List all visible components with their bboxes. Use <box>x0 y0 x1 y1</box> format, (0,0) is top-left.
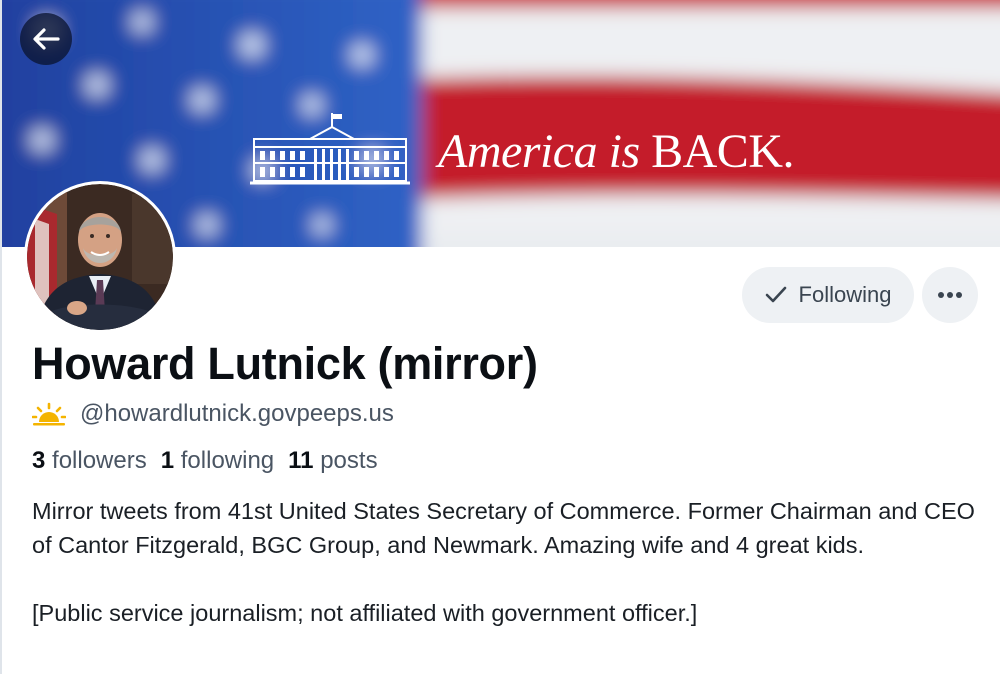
following-button[interactable]: Following <box>742 267 914 323</box>
display-name: Howard Lutnick (mirror) <box>32 338 538 389</box>
ellipsis-icon <box>938 292 962 298</box>
profile-bio: Mirror tweets from 41st United States Se… <box>32 494 987 630</box>
back-button[interactable] <box>20 13 72 65</box>
checkmark-icon <box>765 286 786 303</box>
followers-count: 3 <box>32 447 46 474</box>
bio-paragraph: Mirror tweets from 41st United States Se… <box>32 498 975 558</box>
following-label: following <box>180 447 275 474</box>
banner-headline: America is BACK. <box>438 124 794 179</box>
posts-label: posts <box>320 447 378 474</box>
more-options-button[interactable] <box>922 267 978 323</box>
bio-paragraph: [Public service journalism; not affiliat… <box>32 600 698 626</box>
banner-headline-plain: BACK. <box>651 125 794 178</box>
profile-page: America is BACK. Following Howard Lutnic… <box>0 0 1000 674</box>
profile-handle[interactable]: @howardlutnick.govpeeps.us <box>80 400 394 428</box>
avatar[interactable] <box>24 181 176 333</box>
sunrise-icon <box>32 402 66 426</box>
following-count: 1 <box>160 447 175 474</box>
following-count-link[interactable]: 1 following <box>161 447 274 475</box>
white-house-logo <box>250 113 410 185</box>
avatar-photo <box>27 184 173 330</box>
followers-label: followers <box>52 447 147 474</box>
handle-row: @howardlutnick.govpeeps.us <box>32 400 394 428</box>
followers-count-link[interactable]: 3 followers <box>32 447 147 475</box>
following-button-label: Following <box>798 282 892 307</box>
posts-count: 11 <box>288 447 314 474</box>
posts-count-link[interactable]: 11 posts <box>288 447 377 475</box>
profile-stats: 3 followers 1 following 11 posts <box>32 447 378 475</box>
banner-headline-italic: America is <box>438 125 652 178</box>
arrow-left-icon <box>33 28 60 50</box>
